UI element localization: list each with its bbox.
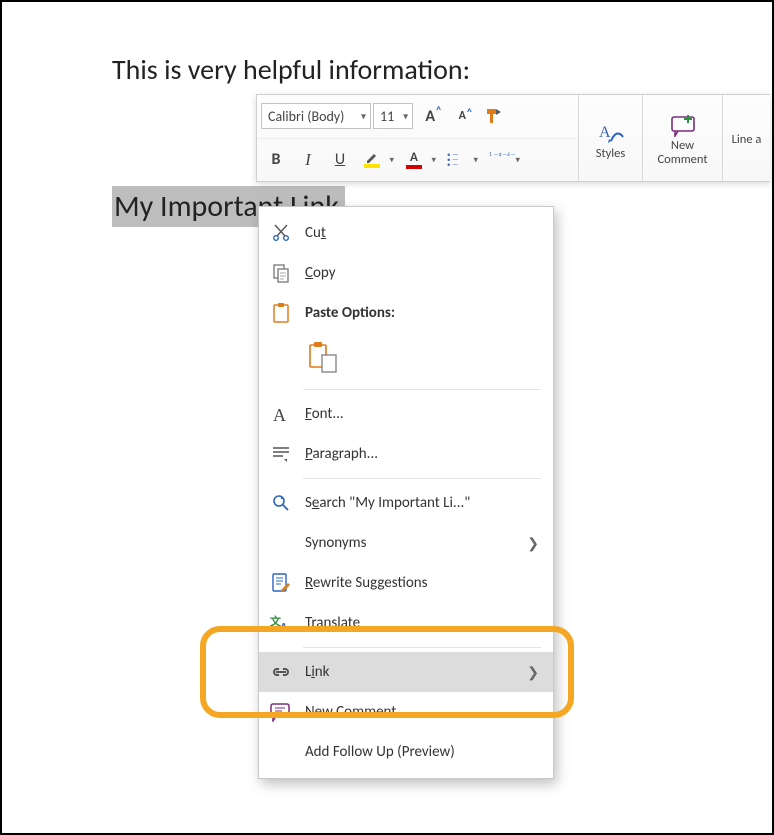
format-painter-icon (484, 106, 504, 126)
context-menu: Cut Copy Paste Options: A Font... (258, 206, 554, 779)
bullets-button[interactable] (441, 145, 481, 175)
decrease-font-size-button[interactable]: A (447, 101, 477, 131)
underline-button[interactable]: U (325, 145, 355, 175)
svg-text:A: A (599, 124, 611, 141)
document-intro-text: This is very helpful information: (112, 52, 470, 87)
chevron-down-icon: ▾ (361, 110, 366, 123)
context-menu-copy[interactable]: Copy (259, 253, 553, 293)
mini-toolbar-row-1: Calibri (Body) ▾ 11 ▾ A A (257, 95, 578, 138)
context-menu-add-follow-up[interactable]: Add Follow Up (Preview) (259, 732, 553, 772)
context-menu-synonyms-label: Synonyms (305, 534, 515, 552)
context-menu-paste-options-label: Paste Options: (305, 304, 539, 322)
context-menu-search[interactable]: Search "My Important Li..." (259, 483, 553, 523)
styles-icon: A (597, 119, 625, 145)
context-menu-copy-label: Copy (305, 264, 539, 282)
decrease-font-icon: A (459, 109, 466, 123)
chevron-down-icon: ▾ (403, 110, 408, 123)
styles-group[interactable]: A Styles (578, 95, 642, 181)
font-name-combo[interactable]: Calibri (Body) ▾ (261, 103, 371, 129)
underline-icon: U (335, 150, 345, 169)
context-menu-rewrite-label: Rewrite Suggestions (305, 574, 539, 592)
bullets-icon (447, 152, 465, 168)
line-and-group[interactable]: Line a (722, 95, 770, 181)
menu-separator (303, 647, 541, 648)
rewrite-icon (269, 571, 293, 595)
context-menu-new-comment[interactable]: New Comment (259, 692, 553, 732)
context-menu-paste-options: Paste Options: (259, 293, 553, 333)
bold-button[interactable]: B (261, 145, 291, 175)
context-menu-link-label: Link (305, 663, 515, 681)
copy-icon (269, 261, 293, 285)
italic-button[interactable]: I (293, 145, 323, 175)
font-size-combo[interactable]: 11 ▾ (373, 103, 413, 129)
context-menu-new-comment-label: New Comment (305, 703, 539, 721)
context-menu-cut-label: Cut (305, 224, 539, 242)
chevron-right-icon: ❯ (527, 664, 539, 681)
highlight-icon (364, 151, 380, 168)
svg-text:A: A (273, 405, 286, 424)
blank-icon (269, 740, 293, 764)
translate-icon: 文A (269, 611, 293, 635)
context-menu-link[interactable]: Link ❯ (259, 652, 553, 692)
chevron-right-icon: ❯ (527, 535, 539, 552)
format-painter-button[interactable] (479, 101, 509, 131)
increase-font-size-button[interactable]: A (415, 101, 445, 131)
svg-text:A: A (280, 621, 288, 633)
font-color-swatch (406, 165, 422, 169)
paste-option-icon (308, 341, 338, 373)
bold-icon: B (272, 150, 281, 169)
line-and-label: Line a (732, 133, 762, 147)
font-size-value: 11 (380, 108, 394, 125)
context-menu-paragraph-label: Paragraph... (305, 445, 539, 463)
styles-label: Styles (596, 147, 626, 161)
blank-icon (269, 531, 293, 555)
menu-separator (303, 478, 541, 479)
font-name-value: Calibri (Body) (268, 108, 344, 125)
new-comment-icon (668, 113, 698, 137)
context-menu-font-label: Font... (305, 405, 539, 423)
scissors-icon (269, 221, 293, 245)
context-menu-cut[interactable]: Cut (259, 213, 553, 253)
numbering-icon (489, 152, 507, 168)
paragraph-icon (269, 442, 293, 466)
search-icon (269, 491, 293, 515)
context-menu-search-label: Search "My Important Li..." (305, 494, 539, 512)
context-menu-font[interactable]: A Font... (259, 394, 553, 434)
paste-keep-source-button[interactable] (305, 338, 341, 381)
mini-toolbar-row-2: B I U A (257, 138, 578, 181)
clipboard-icon (269, 301, 293, 325)
context-menu-add-follow-up-label: Add Follow Up (Preview) (305, 743, 539, 761)
paste-options-row (259, 333, 553, 385)
comment-icon (269, 700, 293, 724)
context-menu-translate[interactable]: 文A Translate (259, 603, 553, 643)
link-icon (269, 660, 293, 684)
context-menu-translate-label: Translate (305, 614, 539, 632)
mini-toolbar-main: Calibri (Body) ▾ 11 ▾ A A B I U (257, 95, 578, 181)
font-letter-icon: A (269, 402, 293, 426)
font-color-button[interactable]: A (399, 145, 439, 175)
font-color-icon: A (406, 151, 422, 169)
context-menu-synonyms[interactable]: Synonyms ❯ (259, 523, 553, 563)
italic-icon: I (305, 150, 311, 170)
new-comment-label: New Comment (657, 139, 707, 167)
new-comment-group[interactable]: New Comment (642, 95, 722, 181)
menu-separator (303, 389, 541, 390)
highlight-color-swatch (364, 164, 380, 168)
screenshot-frame: This is very helpful information: My Imp… (0, 0, 774, 835)
numbering-button[interactable] (483, 145, 523, 175)
mini-toolbar: Calibri (Body) ▾ 11 ▾ A A B I U (256, 94, 770, 182)
increase-font-icon: A (425, 107, 435, 126)
context-menu-paragraph[interactable]: Paragraph... (259, 434, 553, 474)
highlight-color-button[interactable] (357, 145, 397, 175)
context-menu-rewrite[interactable]: Rewrite Suggestions (259, 563, 553, 603)
